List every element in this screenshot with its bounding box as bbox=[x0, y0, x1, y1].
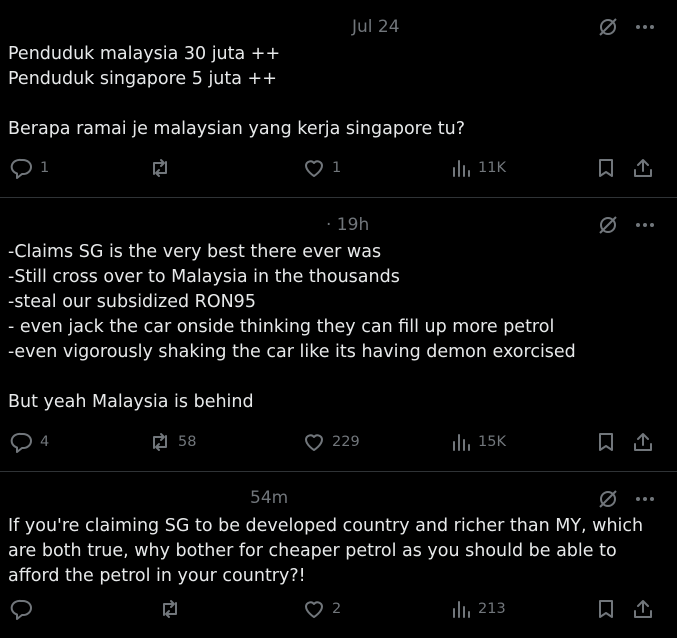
share-icon bbox=[632, 431, 654, 453]
bookmark-button[interactable] bbox=[596, 598, 616, 620]
repost-count: 58 bbox=[178, 434, 197, 450]
like-count: 2 bbox=[332, 601, 342, 617]
bookmark-icon bbox=[596, 431, 616, 453]
share-icon bbox=[632, 598, 654, 620]
views-button[interactable]: 213 bbox=[450, 598, 506, 620]
views-icon bbox=[450, 598, 472, 620]
views-button[interactable]: 15K bbox=[450, 431, 506, 453]
share-button[interactable] bbox=[632, 598, 654, 620]
post-timestamp[interactable]: · 19h bbox=[326, 215, 369, 235]
like-button[interactable]: 2 bbox=[302, 598, 341, 620]
more-icon[interactable] bbox=[635, 24, 655, 30]
reply-icon bbox=[10, 598, 34, 620]
post-top-icons bbox=[597, 214, 655, 236]
like-count: 1 bbox=[332, 160, 342, 176]
post-text: If you're claiming SG to be developed co… bbox=[8, 516, 649, 586]
grok-icon[interactable] bbox=[597, 488, 619, 510]
post-actions: 1 1 11K bbox=[0, 157, 677, 185]
repost-button[interactable] bbox=[158, 598, 188, 620]
post-text: Penduduk malaysia 30 juta ++ Penduduk si… bbox=[8, 44, 466, 139]
like-button[interactable]: 1 bbox=[302, 157, 341, 179]
views-icon bbox=[450, 157, 472, 179]
reply-button[interactable]: 1 bbox=[10, 157, 49, 179]
post-timestamp[interactable]: Jul 24 bbox=[352, 17, 400, 37]
heart-icon bbox=[302, 431, 326, 453]
reply-count: 1 bbox=[40, 160, 50, 176]
views-count: 213 bbox=[478, 601, 506, 617]
reply-icon bbox=[10, 157, 34, 179]
views-icon bbox=[450, 431, 472, 453]
reply-count: 4 bbox=[40, 434, 50, 450]
post[interactable]: · 19h -Claims SG is the very best there … bbox=[0, 198, 677, 472]
share-button[interactable] bbox=[632, 431, 654, 453]
bookmark-button[interactable] bbox=[596, 157, 616, 179]
grok-icon[interactable] bbox=[597, 214, 619, 236]
post-text: -Claims SG is the very best there ever w… bbox=[8, 242, 576, 412]
post[interactable]: 54m If you're claiming SG to be develope… bbox=[0, 472, 677, 638]
timeline-feed: Jul 24 Penduduk malaysia 30 juta ++ Pend… bbox=[0, 0, 677, 638]
reply-button[interactable]: 4 bbox=[10, 431, 49, 453]
views-count: 15K bbox=[478, 434, 506, 450]
post[interactable]: Jul 24 Penduduk malaysia 30 juta ++ Pend… bbox=[0, 0, 677, 198]
more-icon[interactable] bbox=[635, 496, 655, 502]
post-timestamp[interactable]: 54m bbox=[250, 488, 288, 508]
bookmark-button[interactable] bbox=[596, 431, 616, 453]
repost-button[interactable] bbox=[148, 157, 178, 179]
like-count: 229 bbox=[332, 434, 360, 450]
post-top-icons bbox=[597, 488, 655, 510]
post-actions: 2 213 bbox=[0, 598, 677, 626]
heart-icon bbox=[302, 157, 326, 179]
redacted-author-area bbox=[0, 0, 346, 42]
bookmark-icon bbox=[596, 598, 616, 620]
reply-icon bbox=[10, 431, 34, 453]
repost-icon bbox=[148, 431, 172, 453]
post-actions: 4 58 229 15K bbox=[0, 431, 677, 459]
grok-icon[interactable] bbox=[597, 16, 619, 38]
like-button[interactable]: 229 bbox=[302, 431, 360, 453]
heart-icon bbox=[302, 598, 326, 620]
views-button[interactable]: 11K bbox=[450, 157, 506, 179]
repost-button[interactable]: 58 bbox=[148, 431, 196, 453]
bookmark-icon bbox=[596, 157, 616, 179]
redacted-author-area bbox=[0, 198, 346, 240]
more-icon[interactable] bbox=[635, 222, 655, 228]
share-icon bbox=[632, 157, 654, 179]
post-top-icons bbox=[597, 16, 655, 38]
share-button[interactable] bbox=[632, 157, 654, 179]
repost-icon bbox=[158, 598, 182, 620]
repost-icon bbox=[148, 157, 172, 179]
views-count: 11K bbox=[478, 160, 506, 176]
reply-button[interactable] bbox=[10, 598, 40, 620]
redacted-author-area bbox=[0, 472, 346, 514]
